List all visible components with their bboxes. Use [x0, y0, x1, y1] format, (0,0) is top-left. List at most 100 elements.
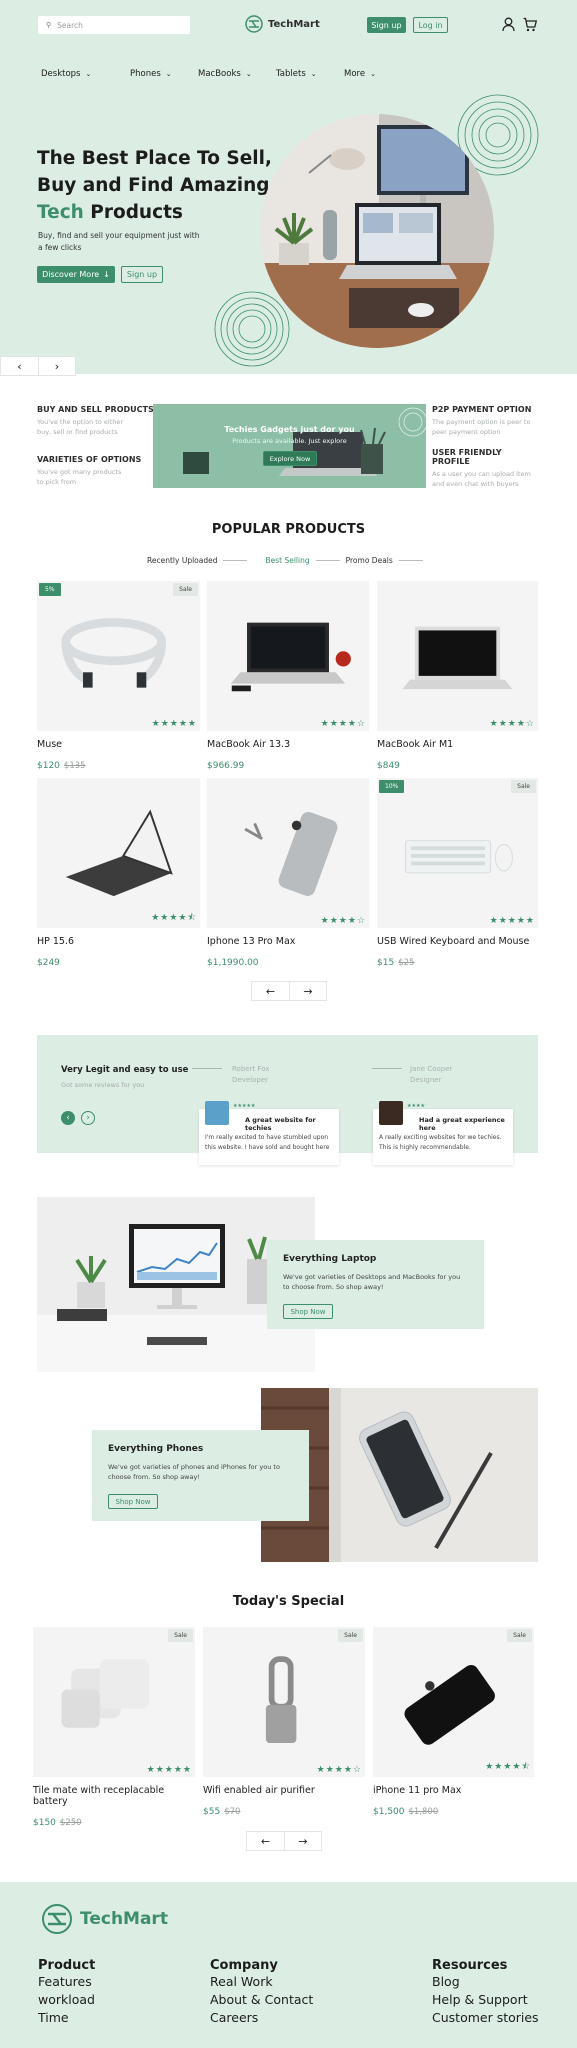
footer-brand[interactable]: TechMart [40, 1902, 168, 1936]
discover-more-button[interactable]: Discover More ↓ [37, 266, 115, 283]
sale-badge: Sale [168, 1629, 193, 1642]
footer-link[interactable]: Customer stories [432, 2009, 539, 2027]
product-name[interactable]: Tile mate with receplacable battery [33, 1785, 195, 1807]
nav-label: Tablets [276, 69, 306, 79]
rating-stars: ★★★★★ [233, 1103, 256, 1109]
product-picture [65, 809, 173, 897]
logo-icon [42, 1904, 72, 1934]
feature-desc: peer payment option [432, 428, 501, 436]
divider [372, 1068, 402, 1069]
product-card[interactable]: ★★★★☆ Iphone 13 Pro Max $1,1990.00 [207, 778, 369, 969]
footer-link[interactable]: Time [38, 2009, 95, 2027]
hero-signup-button[interactable]: Sign up [121, 266, 163, 283]
review-text: A really exciting websites for we techie… [379, 1133, 509, 1153]
footer-link[interactable]: Careers [210, 2009, 313, 2027]
product-card[interactable]: ★★★★☆ MacBook Air 13.3 $966.99 [207, 581, 369, 772]
footer-col-resources: Resources Blog Help & Support Customer s… [432, 1958, 539, 2027]
search-input[interactable]: ⚲ Search [38, 16, 190, 34]
product-image: ★★★★☆ [207, 778, 369, 928]
page: { "header":{"search_placeholder":"Search… [0, 0, 577, 2048]
prev-page-button[interactable]: ← [247, 1832, 284, 1850]
footer-link[interactable]: Help & Support [432, 1991, 539, 2009]
laptop-shop-now-button[interactable]: Shop Now [283, 1304, 333, 1319]
footer-link[interactable]: workload [38, 1991, 95, 2009]
product-price: $55 [203, 1807, 221, 1817]
nav-tablets[interactable]: Tablets ⌄ [276, 69, 344, 79]
product-name[interactable]: Iphone 13 Pro Max [207, 936, 369, 947]
product-card[interactable]: ★★★★☆ MacBook Air M1 $849 [377, 581, 538, 772]
signup-button[interactable]: Sign up [367, 17, 406, 33]
brand-logo[interactable]: TechMart [244, 14, 320, 34]
footer-link[interactable]: Features [38, 1973, 95, 1991]
promo-desc: We've got varieties of Desktops and MacB… [283, 1272, 460, 1292]
footer-col-title: Resources [432, 1958, 508, 1973]
reviews-subtitle: Got some reviews for you [61, 1081, 145, 1089]
product-image: ★★★★☆ [207, 581, 369, 731]
phones-shop-now-button[interactable]: Shop Now [108, 1494, 158, 1509]
feature-title: USER FRIENDLY PROFILE [432, 448, 502, 466]
review-text-line: this website. I have sold and bought her… [205, 1144, 330, 1151]
footer-brand-name: TechMart [80, 1909, 168, 1929]
tab-best-selling[interactable]: Best Selling [265, 556, 309, 565]
product-name[interactable]: iPhone 11 pro Max [373, 1785, 534, 1796]
product-name[interactable]: MacBook Air 13.3 [207, 739, 369, 750]
product-picture [61, 618, 166, 688]
shop-now-label: Shop Now [290, 1307, 326, 1316]
hero-rest: Products [83, 202, 183, 223]
footer-link[interactable]: Blog [432, 1973, 539, 1991]
sale-badge: Sale [507, 1629, 532, 1642]
chevron-down-icon: ⌄ [165, 70, 172, 78]
next-review-button[interactable]: › [81, 1111, 95, 1125]
login-button[interactable]: Log in [413, 17, 448, 33]
next-page-button[interactable]: → [289, 982, 326, 1000]
product-card[interactable]: Sale ★★★★★ Tile mate with receplacable bat… [33, 1627, 195, 1829]
hero-line-2: Buy and Find Amazing [37, 175, 270, 196]
nav-desktops[interactable]: Desktops ⌄ [41, 69, 130, 79]
hero-line-1: The Best Place To Sell, [37, 148, 272, 169]
prev-review-button[interactable]: ‹ [61, 1111, 75, 1125]
next-page-button[interactable]: → [284, 1832, 321, 1850]
feature-desc: You've got many products [37, 468, 122, 476]
promo-desc-line: We've got varieties of Desktops and MacB… [283, 1273, 461, 1281]
feature-desc: The payment option is peer to [432, 418, 531, 426]
logo-icon [245, 15, 263, 33]
feature-buy-sell: BUY AND SELL PRODUCTS You've the option … [37, 405, 155, 437]
prev-page-button[interactable]: ← [252, 982, 289, 1000]
next-slide-button[interactable]: › [38, 357, 75, 375]
product-card[interactable]: ★★★★⯪ HP 15.6 $249 [37, 778, 200, 969]
nav-macbooks[interactable]: MacBooks ⌄ [198, 69, 276, 79]
footer-link[interactable]: About & Contact [210, 1991, 313, 2009]
product-price: $15 [377, 958, 395, 968]
chevron-right-icon: › [54, 359, 60, 373]
footer-col-product: Product Features workload Time [38, 1958, 95, 2027]
product-name[interactable]: Muse [37, 739, 200, 750]
product-price-row: $849 [377, 753, 538, 772]
hero-signup-label: Sign up [126, 270, 158, 279]
promo-desc-line: choose from. So shop away! [108, 1473, 200, 1481]
tab-recently-uploaded[interactable]: Recently Uploaded [147, 556, 217, 565]
review-text-line: I'm really excited to have stumbled upon [205, 1134, 329, 1141]
prev-slide-button[interactable]: ‹ [1, 357, 38, 375]
hero-pager: ‹ › [0, 356, 76, 376]
hero-section: ⚲ Search TechMart Sign up Log in Desktop… [0, 0, 577, 374]
product-card[interactable]: Sale ★★★★⯪ iPhone 11 pro Max $1,500 $1,800 [373, 1627, 534, 1818]
product-name[interactable]: Wifi enabled air purifier [203, 1785, 365, 1796]
product-name[interactable]: USB Wired Keyboard and Mouse [377, 936, 538, 947]
old-price: $25 [398, 958, 415, 968]
rating-stars: ★★★★ [407, 1103, 425, 1109]
promo-desc-line: to choose from. So shop away! [283, 1283, 384, 1291]
footer-link[interactable]: Real Work [210, 1973, 313, 1991]
user-icon[interactable] [502, 17, 515, 32]
cart-icon[interactable] [523, 17, 537, 32]
nav-phones[interactable]: Phones ⌄ [130, 69, 198, 79]
product-name[interactable]: MacBook Air M1 [377, 739, 538, 750]
hero-headline: The Best Place To Sell, Buy and Find Ama… [37, 145, 272, 226]
product-card[interactable]: 10% Sale ★★★★★ USB Wired Keyboard and Mouse… [377, 778, 538, 969]
product-name[interactable]: HP 15.6 [37, 936, 200, 947]
product-card[interactable]: 5% Sale ★★★★★ Muse $120 $135 [37, 581, 200, 772]
explore-now-button[interactable]: Explore Now [263, 451, 317, 466]
tab-promo-deals[interactable]: Promo Deals [346, 556, 393, 565]
nav-more[interactable]: More ⌄ [344, 69, 376, 79]
product-card[interactable]: Sale ★★★★☆ Wifi enabled air purifier $55 $70 [203, 1627, 365, 1818]
product-price-row: $1,500 $1,800 [373, 1799, 534, 1818]
